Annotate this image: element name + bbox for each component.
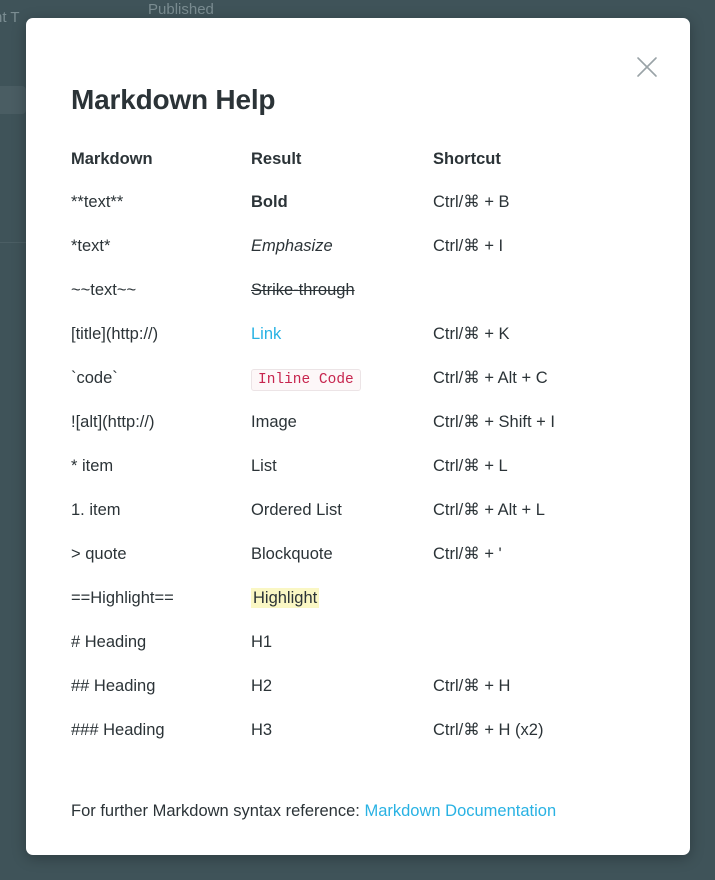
result-plain: List bbox=[251, 456, 277, 475]
cell-result-preview: H1 bbox=[251, 620, 433, 664]
cell-markdown-syntax: 1. item bbox=[71, 500, 121, 519]
cell-markdown-syntax: [title](http://) bbox=[71, 324, 159, 343]
cell-markdown-syntax: > quote bbox=[71, 544, 127, 563]
cell-result-preview: Emphasize bbox=[251, 224, 433, 268]
close-icon bbox=[634, 54, 660, 80]
table-body: **text** Bold Ctrl/⌘ + B *text* Emphasize Ctr… bbox=[71, 180, 651, 752]
page-title: Markdown Help bbox=[71, 83, 276, 115]
cell-result-preview: Ordered List bbox=[251, 488, 433, 532]
result-highlight: Highlight bbox=[251, 587, 320, 608]
cell-keyboard-shortcut bbox=[433, 620, 651, 664]
cell-keyboard-shortcut: Ctrl/⌘ + Alt + C bbox=[433, 369, 548, 387]
table-row: ~~text~~ Strike-through bbox=[71, 268, 651, 312]
result-code: Inline Code bbox=[251, 368, 361, 391]
cell-result-preview: Blockquote bbox=[251, 532, 433, 576]
cell-keyboard-shortcut: Ctrl/⌘ + Alt + L bbox=[433, 501, 545, 519]
table-header-row: Markdown Result Shortcut bbox=[71, 150, 651, 180]
footer-note: For further Markdown syntax reference: M… bbox=[71, 802, 556, 821]
cell-result-preview: Bold bbox=[251, 180, 433, 224]
cell-keyboard-shortcut: Ctrl/⌘ + L bbox=[433, 457, 508, 475]
footer-text: For further Markdown syntax reference: bbox=[71, 802, 360, 820]
cell-markdown-syntax: ### Heading bbox=[71, 720, 165, 739]
cell-keyboard-shortcut bbox=[433, 268, 651, 312]
cell-result-preview: Strike-through bbox=[251, 268, 433, 312]
result-plain: Ordered List bbox=[251, 500, 342, 519]
cell-markdown-syntax: *text* bbox=[71, 236, 111, 255]
cell-markdown-syntax: * item bbox=[71, 456, 114, 475]
table-row: [title](http://) Link Ctrl/⌘ + K bbox=[71, 312, 651, 356]
cell-keyboard-shortcut: Ctrl/⌘ + Shift + I bbox=[433, 413, 555, 431]
background-document-title: nt T bbox=[0, 9, 20, 26]
cell-markdown-syntax: **text** bbox=[71, 192, 124, 211]
cell-keyboard-shortcut: Ctrl/⌘ + ' bbox=[433, 545, 502, 563]
cell-markdown-syntax: ~~text~~ bbox=[71, 280, 137, 299]
result-plain: Image bbox=[251, 412, 297, 431]
cell-markdown-syntax: ## Heading bbox=[71, 676, 156, 695]
table-row: * item List Ctrl/⌘ + L bbox=[71, 444, 651, 488]
table-row: ## Heading H2 Ctrl/⌘ + H bbox=[71, 664, 651, 708]
table-row: ![alt](http://) Image Ctrl/⌘ + Shift + I bbox=[71, 400, 651, 444]
column-header-shortcut: Shortcut bbox=[433, 150, 501, 168]
table-row: # Heading H1 bbox=[71, 620, 651, 664]
result-plain: H3 bbox=[251, 720, 273, 739]
cell-markdown-syntax: `code` bbox=[71, 368, 118, 387]
table-row: ==Highlight== Highlight bbox=[71, 576, 651, 620]
result-strike: Strike-through bbox=[251, 280, 355, 299]
markdown-help-dialog: Markdown Help Markdown Result Shortcut *… bbox=[26, 18, 690, 855]
cell-markdown-syntax: ![alt](http://) bbox=[71, 412, 155, 431]
cell-result-preview: List bbox=[251, 444, 433, 488]
cell-markdown-syntax: ==Highlight== bbox=[71, 588, 174, 607]
result-link[interactable]: Link bbox=[251, 325, 281, 343]
markdown-reference-table: Markdown Result Shortcut **text** Bold Ctr… bbox=[71, 150, 651, 752]
table-row: 1. item Ordered List Ctrl/⌘ + Alt + L bbox=[71, 488, 651, 532]
background-panel bbox=[0, 86, 26, 114]
cell-markdown-syntax: # Heading bbox=[71, 632, 147, 651]
background-published-label: Published bbox=[148, 1, 214, 18]
column-header-markdown: Markdown bbox=[71, 150, 153, 168]
background-divider bbox=[0, 242, 26, 243]
cell-keyboard-shortcut: Ctrl/⌘ + H (x2) bbox=[433, 721, 544, 739]
close-button[interactable] bbox=[630, 50, 664, 84]
cell-keyboard-shortcut bbox=[433, 576, 651, 620]
cell-result-preview[interactable]: Link bbox=[251, 312, 433, 356]
cell-result-preview: Highlight bbox=[251, 576, 433, 620]
cell-result-preview: H3 bbox=[251, 708, 433, 752]
table-row: **text** Bold Ctrl/⌘ + B bbox=[71, 180, 651, 224]
result-plain: Blockquote bbox=[251, 544, 333, 563]
table-row: *text* Emphasize Ctrl/⌘ + I bbox=[71, 224, 651, 268]
result-plain: H1 bbox=[251, 632, 273, 651]
cell-keyboard-shortcut: Ctrl/⌘ + K bbox=[433, 325, 510, 343]
cell-result-preview: H2 bbox=[251, 664, 433, 708]
cell-keyboard-shortcut: Ctrl/⌘ + B bbox=[433, 193, 510, 211]
table-row: ### Heading H3 Ctrl/⌘ + H (x2) bbox=[71, 708, 651, 752]
result-bold: Bold bbox=[251, 192, 288, 211]
column-header-result: Result bbox=[251, 150, 302, 168]
markdown-documentation-link[interactable]: Markdown Documentation bbox=[364, 802, 556, 820]
table-row: > quote Blockquote Ctrl/⌘ + ' bbox=[71, 532, 651, 576]
result-plain: H2 bbox=[251, 676, 273, 695]
result-italic: Emphasize bbox=[251, 236, 333, 255]
table-row: `code` Inline Code Ctrl/⌘ + Alt + C bbox=[71, 356, 651, 400]
cell-keyboard-shortcut: Ctrl/⌘ + I bbox=[433, 237, 504, 255]
cell-result-preview: Inline Code bbox=[251, 356, 433, 400]
cell-keyboard-shortcut: Ctrl/⌘ + H bbox=[433, 677, 511, 695]
cell-result-preview: Image bbox=[251, 400, 433, 444]
